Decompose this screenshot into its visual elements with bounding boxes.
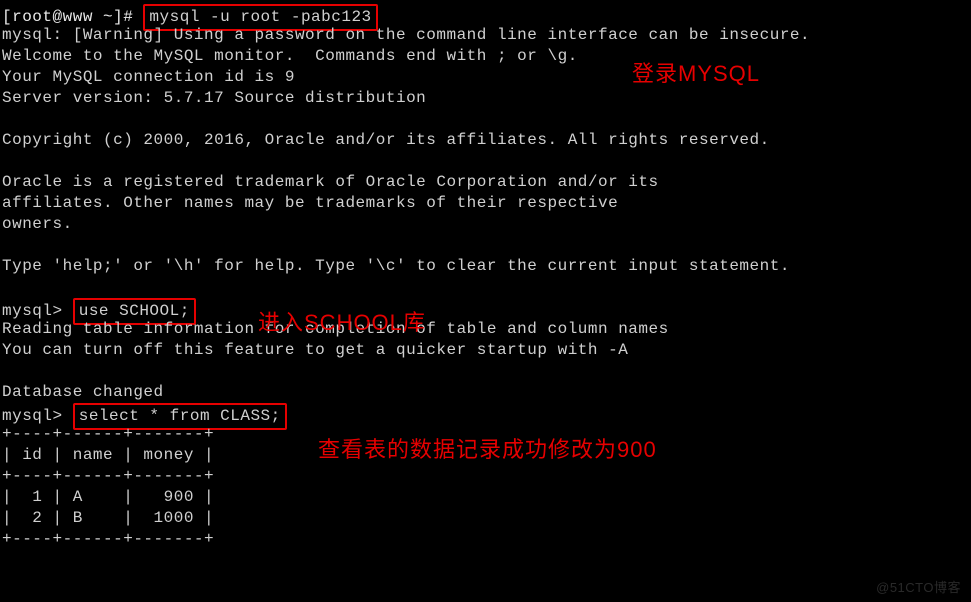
blank-line: [2, 361, 969, 382]
select-command: select * from CLASS;: [79, 407, 281, 425]
output-line: affiliates. Other names may be trademark…: [2, 193, 969, 214]
use-command: use SCHOOL;: [79, 302, 190, 320]
output-line: Reading table information for completion…: [2, 319, 969, 340]
mysql-prompt-line: mysql> select * from CLASS;: [2, 403, 969, 424]
output-line: Welcome to the MySQL monitor. Commands e…: [2, 46, 969, 67]
blank-line: [2, 109, 969, 130]
watermark: @51CTO博客: [876, 577, 961, 596]
output-line: Type 'help;' or '\h' for help. Type '\c'…: [2, 256, 969, 277]
mysql-prompt: mysql>: [2, 407, 73, 425]
output-line: You can turn off this feature to get a q…: [2, 340, 969, 361]
shell-prompt-line: [root@www ~]# mysql -u root -pabc123: [2, 4, 969, 25]
output-line: Database changed: [2, 382, 969, 403]
table-row: | 2 | B | 1000 |: [2, 508, 969, 529]
blank-line: [2, 277, 969, 298]
output-line: mysql: [Warning] Using a password on the…: [2, 25, 969, 46]
table-border: +----+------+-------+: [2, 466, 969, 487]
annotation-view-table: 查看表的数据记录成功修改为900: [318, 432, 657, 464]
shell-prompt: [root@www ~]#: [2, 8, 143, 26]
output-line: Copyright (c) 2000, 2016, Oracle and/or …: [2, 130, 969, 151]
blank-line: [2, 151, 969, 172]
annotation-login: 登录MYSQL: [632, 56, 760, 88]
output-line: Server version: 5.7.17 Source distributi…: [2, 88, 969, 109]
mysql-prompt-line: mysql> use SCHOOL;: [2, 298, 969, 319]
blank-line: [2, 235, 969, 256]
table-row: | 1 | A | 900 |: [2, 487, 969, 508]
annotation-enter-db: 进入SCHOOL库: [258, 305, 426, 337]
output-line: Oracle is a registered trademark of Orac…: [2, 172, 969, 193]
output-line: Your MySQL connection id is 9: [2, 67, 969, 88]
output-line: owners.: [2, 214, 969, 235]
mysql-prompt: mysql>: [2, 302, 73, 320]
mysql-login-command: mysql -u root -pabc123: [149, 8, 371, 26]
table-border: +----+------+-------+: [2, 529, 969, 550]
